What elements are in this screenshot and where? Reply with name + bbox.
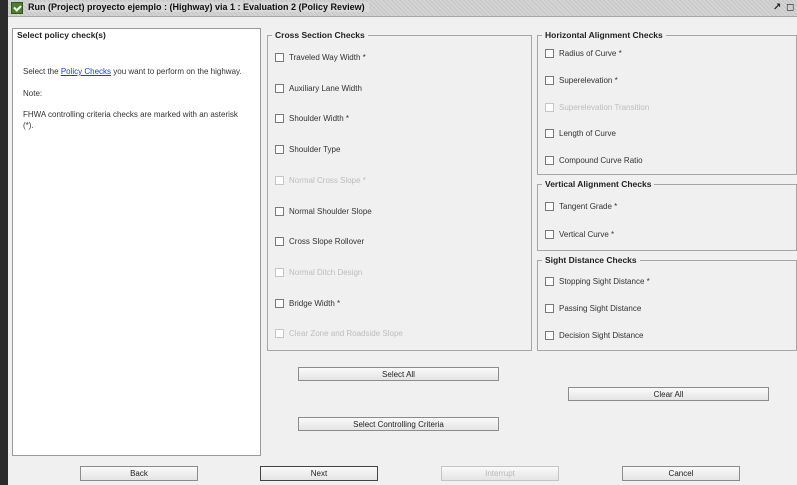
panel-heading: Select policy check(s) xyxy=(17,30,106,40)
shoulder-width-checkbox[interactable] xyxy=(275,114,284,124)
cross-section-item-traveled-way-width[interactable]: Traveled Way Width * xyxy=(275,53,366,62)
auxiliary-lane-width-checkbox[interactable] xyxy=(275,83,284,93)
shoulder-type-checkbox[interactable] xyxy=(275,145,284,155)
normal-cross-slope-checkbox xyxy=(275,175,284,185)
clear-zone-and-roadside-slope-label: Clear Zone and Roadside Slope xyxy=(289,329,403,339)
back-button[interactable]: Back xyxy=(80,466,198,481)
app-icon xyxy=(11,2,23,14)
maximize-icon[interactable]: ↗ xyxy=(773,2,781,13)
superelevation-checkbox[interactable] xyxy=(545,75,554,85)
tangent-grade-checkbox[interactable] xyxy=(545,202,554,211)
superelevation-transition-checkbox xyxy=(545,102,554,112)
sight-distance-item-decision-sight-distance[interactable]: Decision Sight Distance xyxy=(545,331,643,340)
sight-distance-item-stopping-sight-distance[interactable]: Stopping Sight Distance * xyxy=(545,277,650,286)
vertical-alignment-group: Vertical Alignment Checks xyxy=(537,179,797,251)
vertical-alignment-item-vertical-curve[interactable]: Vertical Curve * xyxy=(545,230,614,239)
policy-checks-link[interactable]: Policy Checks xyxy=(61,67,111,76)
instruction-text: Select the Policy Checks you want to per… xyxy=(23,67,242,77)
sight-distance-title: Sight Distance Checks xyxy=(542,255,640,265)
clear-zone-and-roadside-slope-checkbox xyxy=(275,329,284,339)
instruction-prefix: Select the xyxy=(23,67,61,76)
auxiliary-lane-width-label: Auxiliary Lane Width xyxy=(289,83,362,93)
cross-section-item-normal-shoulder-slope[interactable]: Normal Shoulder Slope xyxy=(275,206,372,216)
cross-section-item-auxiliary-lane-width[interactable]: Auxiliary Lane Width xyxy=(275,83,362,93)
bridge-width-label: Bridge Width * xyxy=(289,298,341,308)
cancel-button[interactable]: Cancel xyxy=(622,466,740,481)
shoulder-type-label: Shoulder Type xyxy=(289,145,341,155)
stopping-sight-distance-checkbox[interactable] xyxy=(545,277,554,286)
cross-section-title: Cross Section Checks xyxy=(272,30,368,40)
restore-icon[interactable]: ◻ xyxy=(786,2,794,13)
cross-section-item-shoulder-type[interactable]: Shoulder Type xyxy=(275,145,341,155)
description-panel: Select policy check(s) Select the Policy… xyxy=(12,28,261,456)
vertical-curve-checkbox[interactable] xyxy=(545,230,554,239)
compound-curve-ratio-label: Compound Curve Ratio xyxy=(559,156,643,165)
criteria-text-line2: (*). xyxy=(23,121,34,130)
superelevation-label: Superelevation * xyxy=(559,75,618,85)
cross-slope-rollover-label: Cross Slope Rollover xyxy=(289,237,365,247)
cross-slope-rollover-checkbox[interactable] xyxy=(275,237,284,247)
vertical-alignment-item-tangent-grade[interactable]: Tangent Grade * xyxy=(545,202,617,211)
interrupt-button: Interrupt xyxy=(441,466,559,481)
traveled-way-width-checkbox[interactable] xyxy=(275,53,284,62)
clear-all-button[interactable]: Clear All xyxy=(568,387,769,401)
tangent-grade-label: Tangent Grade * xyxy=(559,202,618,211)
decision-sight-distance-checkbox[interactable] xyxy=(545,331,554,340)
stopping-sight-distance-label: Stopping Sight Distance * xyxy=(559,277,650,286)
horizontal-alignment-item-radius-of-curve[interactable]: Radius of Curve * xyxy=(545,49,622,58)
traveled-way-width-label: Traveled Way Width * xyxy=(289,53,366,62)
next-button[interactable]: Next xyxy=(260,466,378,481)
cross-section-item-shoulder-width[interactable]: Shoulder Width * xyxy=(275,114,350,124)
bridge-width-checkbox[interactable] xyxy=(275,298,284,308)
cross-section-item-clear-zone-and-roadside-slope: Clear Zone and Roadside Slope xyxy=(275,329,403,339)
horizontal-alignment-item-length-of-curve[interactable]: Length of Curve xyxy=(545,129,616,139)
passing-sight-distance-checkbox[interactable] xyxy=(545,304,554,313)
sight-distance-item-passing-sight-distance[interactable]: Passing Sight Distance xyxy=(545,304,641,313)
length-of-curve-checkbox[interactable] xyxy=(545,129,554,139)
normal-shoulder-slope-checkbox[interactable] xyxy=(275,206,284,216)
passing-sight-distance-label: Passing Sight Distance xyxy=(559,304,642,313)
select-controlling-criteria-button[interactable]: Select Controlling Criteria xyxy=(298,417,499,431)
select-all-button[interactable]: Select All xyxy=(298,367,499,381)
compound-curve-ratio-checkbox[interactable] xyxy=(545,156,554,165)
decision-sight-distance-label: Decision Sight Distance xyxy=(559,331,644,340)
criteria-text-line1: FHWA controlling criteria checks are mar… xyxy=(23,110,238,119)
superelevation-transition-label: Superelevation Transition xyxy=(559,102,650,112)
vertical-alignment-title: Vertical Alignment Checks xyxy=(542,179,655,189)
normal-ditch-design-checkbox xyxy=(275,267,284,277)
radius-of-curve-checkbox[interactable] xyxy=(545,49,554,58)
horizontal-alignment-item-superelevation-transition: Superelevation Transition xyxy=(545,102,650,112)
cross-section-item-bridge-width[interactable]: Bridge Width * xyxy=(275,298,341,308)
normal-ditch-design-label: Normal Ditch Design xyxy=(289,267,363,277)
title-bar[interactable]: Run (Project) proyecto ejemplo : (Highwa… xyxy=(8,0,797,17)
horizontal-alignment-item-superelevation[interactable]: Superelevation * xyxy=(545,75,618,85)
radius-of-curve-label: Radius of Curve * xyxy=(559,49,622,58)
note-label: Note: xyxy=(23,89,43,98)
cross-section-item-normal-cross-slope: Normal Cross Slope * xyxy=(275,175,366,185)
vertical-curve-label: Vertical Curve * xyxy=(559,230,615,239)
cross-section-item-cross-slope-rollover[interactable]: Cross Slope Rollover xyxy=(275,237,365,247)
shoulder-width-label: Shoulder Width * xyxy=(289,114,350,124)
instruction-suffix: you want to perform on the highway. xyxy=(111,67,242,76)
horizontal-alignment-title: Horizontal Alignment Checks xyxy=(542,30,666,40)
normal-cross-slope-label: Normal Cross Slope * xyxy=(289,175,366,185)
horizontal-alignment-item-compound-curve-ratio[interactable]: Compound Curve Ratio xyxy=(545,156,643,165)
window-title: Run (Project) proyecto ejemplo : (Highwa… xyxy=(28,2,369,12)
cross-section-item-normal-ditch-design: Normal Ditch Design xyxy=(275,267,363,277)
normal-shoulder-slope-label: Normal Shoulder Slope xyxy=(289,206,372,216)
window-left-edge xyxy=(0,0,8,485)
length-of-curve-label: Length of Curve xyxy=(559,129,616,139)
